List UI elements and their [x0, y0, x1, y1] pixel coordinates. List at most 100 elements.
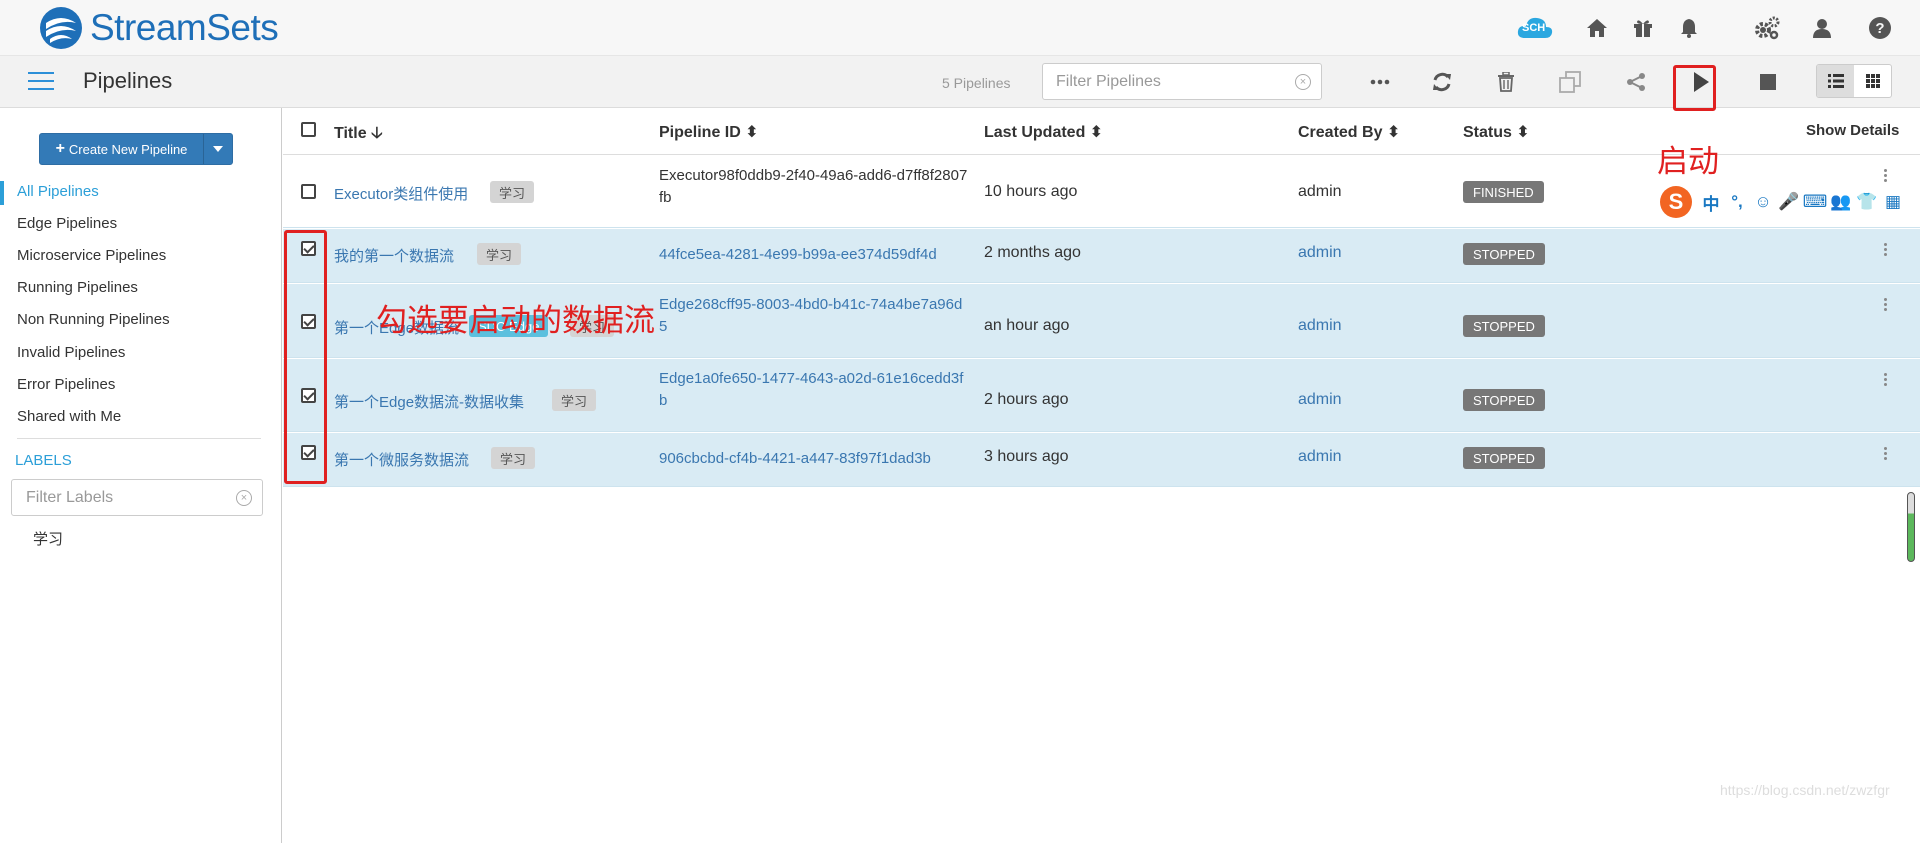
column-last-updated[interactable]: Last Updated ⬍ [984, 122, 1103, 142]
pipelines-toolbar: Pipelines 5 Pipelines × [0, 56, 1920, 108]
ime-keyboard-icon[interactable]: ⌨ [1802, 189, 1828, 215]
label-tag[interactable]: 学习 [477, 243, 522, 265]
gears-icon[interactable] [1753, 14, 1781, 42]
delete-icon[interactable] [1492, 69, 1520, 95]
filter-pipelines-input[interactable] [1042, 63, 1322, 100]
label-tag[interactable]: 学习 [552, 389, 597, 411]
label-item[interactable]: 学习 [33, 528, 63, 549]
more-options-icon[interactable] [1366, 69, 1394, 95]
watermark: https://blog.csdn.net/zwzfgr [1720, 782, 1890, 798]
column-title[interactable]: Title 🡣 [334, 122, 383, 149]
sidebar-divider [17, 438, 261, 439]
user-icon[interactable] [1808, 14, 1836, 42]
table-row[interactable]: 第一个微服务数据流 学习 906cbcbd-cf4b-4421-a447-83f… [283, 433, 1920, 487]
ime-punctuation[interactable]: °, [1724, 189, 1750, 215]
created-by: admin [1298, 183, 1342, 200]
sort-icon: ⬍ [745, 124, 759, 141]
stop-pipeline-icon[interactable] [1754, 69, 1782, 95]
clear-labels-filter-icon[interactable]: × [236, 490, 252, 506]
table-row[interactable]: 我的第一个数据流 学习 44fce5ea-4281-4e99-b99a-ee37… [283, 229, 1920, 283]
column-status[interactable]: Status ⬍ [1463, 122, 1530, 142]
last-updated: 2 hours ago [984, 391, 1069, 408]
refresh-icon[interactable] [1428, 69, 1456, 95]
table-row[interactable]: 第一个Edge数据流-数据收集 学习 Edge1a0fe650-1477-464… [283, 359, 1920, 432]
ime-voice-icon[interactable]: 🎤 [1776, 189, 1802, 215]
streamsets-logo-icon [40, 7, 82, 49]
select-annotation: 勾选要启动的数据流 [376, 303, 655, 339]
status-badge: STOPPED [1463, 315, 1545, 337]
filter-labels-input[interactable] [11, 479, 263, 516]
row-actions-icon[interactable] [1884, 243, 1888, 257]
sidebar-item-running-pipelines[interactable]: Running Pipelines [17, 279, 138, 296]
sidebar-item-shared-with-me[interactable]: Shared with Me [17, 408, 121, 425]
label-tag[interactable]: 学习 [490, 181, 535, 203]
status-badge: STOPPED [1463, 447, 1545, 469]
ime-users-icon[interactable]: 👥 [1828, 189, 1854, 215]
start-annotation: 启动 [1657, 144, 1719, 180]
ime-emoji-icon[interactable]: ☺ [1750, 189, 1776, 215]
column-created-by[interactable]: Created By ⬍ [1298, 122, 1400, 142]
last-updated: 2 months ago [984, 244, 1081, 261]
status-badge: FINISHED [1463, 181, 1544, 203]
home-icon[interactable] [1583, 14, 1611, 42]
sidebar-item-non-running-pipelines[interactable]: Non Running Pipelines [17, 311, 170, 328]
clear-filter-icon[interactable]: × [1295, 74, 1311, 90]
create-new-pipeline-button[interactable]: + Create New Pipeline [39, 133, 233, 165]
active-item-indicator [0, 181, 4, 205]
show-details-toggle[interactable]: Show Details [1806, 122, 1899, 139]
svg-text:?: ? [1875, 20, 1884, 37]
pipeline-id: 906cbcbd-cf4b-4421-a447-83f97f1dad3b [659, 450, 931, 467]
sidebar-item-all-pipelines[interactable]: All Pipelines [17, 183, 99, 200]
pipeline-title-link[interactable]: Executor类组件使用 [334, 183, 468, 204]
share-icon[interactable] [1622, 69, 1650, 95]
created-by: admin [1298, 391, 1342, 408]
row-actions-icon[interactable] [1884, 447, 1888, 461]
sidebar-item-invalid-pipelines[interactable]: Invalid Pipelines [17, 344, 125, 361]
select-all-checkbox[interactable] [301, 122, 316, 137]
row-actions-icon[interactable] [1884, 298, 1888, 312]
scroll-indicator[interactable] [1907, 492, 1915, 562]
pipeline-title-link[interactable]: 第一个Edge数据流-数据收集 [334, 391, 524, 412]
grid-view-icon[interactable] [1854, 65, 1891, 97]
sogou-ime-logo[interactable]: S [1660, 186, 1692, 218]
pipeline-title-link[interactable]: 第一个微服务数据流 [334, 449, 469, 470]
page-title: Pipelines [83, 68, 173, 93]
streamsets-logo[interactable]: StreamSets [38, 3, 279, 53]
status-badge: STOPPED [1463, 243, 1545, 265]
ime-chinese-mode[interactable]: 中 [1698, 189, 1724, 215]
hamburger-menu-icon[interactable] [28, 72, 54, 92]
pipeline-id: Edge268cff95-8003-4bd0-b41c-74a4be7a96d5 [659, 296, 963, 335]
sch-cloud-icon[interactable]: SCH [1516, 11, 1554, 43]
pipeline-title-link[interactable]: 我的第一个数据流 [334, 245, 454, 266]
row-actions-icon[interactable] [1884, 373, 1888, 387]
last-updated: an hour ago [984, 317, 1070, 334]
row-actions-icon[interactable] [1884, 169, 1888, 183]
sidebar-item-edge-pipelines[interactable]: Edge Pipelines [17, 215, 117, 232]
sidebar-item-microservice-pipelines[interactable]: Microservice Pipelines [17, 247, 166, 264]
checkbox-highlight [284, 230, 327, 484]
create-dropdown-caret-icon[interactable] [204, 134, 232, 164]
gift-icon[interactable] [1629, 14, 1657, 42]
sort-icon: ⬍ [1516, 124, 1530, 141]
bell-icon[interactable] [1675, 14, 1703, 42]
start-button-highlight [1673, 65, 1716, 111]
label-tag[interactable]: 学习 [491, 447, 536, 469]
view-toggle [1816, 64, 1892, 98]
help-icon[interactable]: ? [1866, 14, 1894, 42]
ime-tools-icon[interactable]: ▦ [1880, 189, 1906, 215]
list-view-icon[interactable] [1817, 65, 1854, 97]
duplicate-icon[interactable] [1556, 69, 1584, 95]
pipeline-count: 5 Pipelines [942, 75, 1011, 91]
last-updated: 10 hours ago [984, 183, 1078, 200]
status-badge: STOPPED [1463, 389, 1545, 411]
create-new-pipeline-main[interactable]: + Create New Pipeline [40, 134, 204, 164]
plus-icon: + [55, 140, 65, 157]
created-by: admin [1298, 317, 1342, 334]
row-checkbox[interactable] [301, 184, 316, 199]
sort-icon: ⬍ [1386, 124, 1401, 141]
ime-skin-icon[interactable]: 👕 [1854, 189, 1880, 215]
last-updated: 3 hours ago [984, 448, 1069, 465]
ime-toolbar: S 中 °, ☺ 🎤 ⌨ 👥 👕 ▦ [1660, 186, 1920, 218]
column-pipeline-id[interactable]: Pipeline ID ⬍ [659, 122, 759, 142]
sidebar-item-error-pipelines[interactable]: Error Pipelines [17, 376, 115, 393]
